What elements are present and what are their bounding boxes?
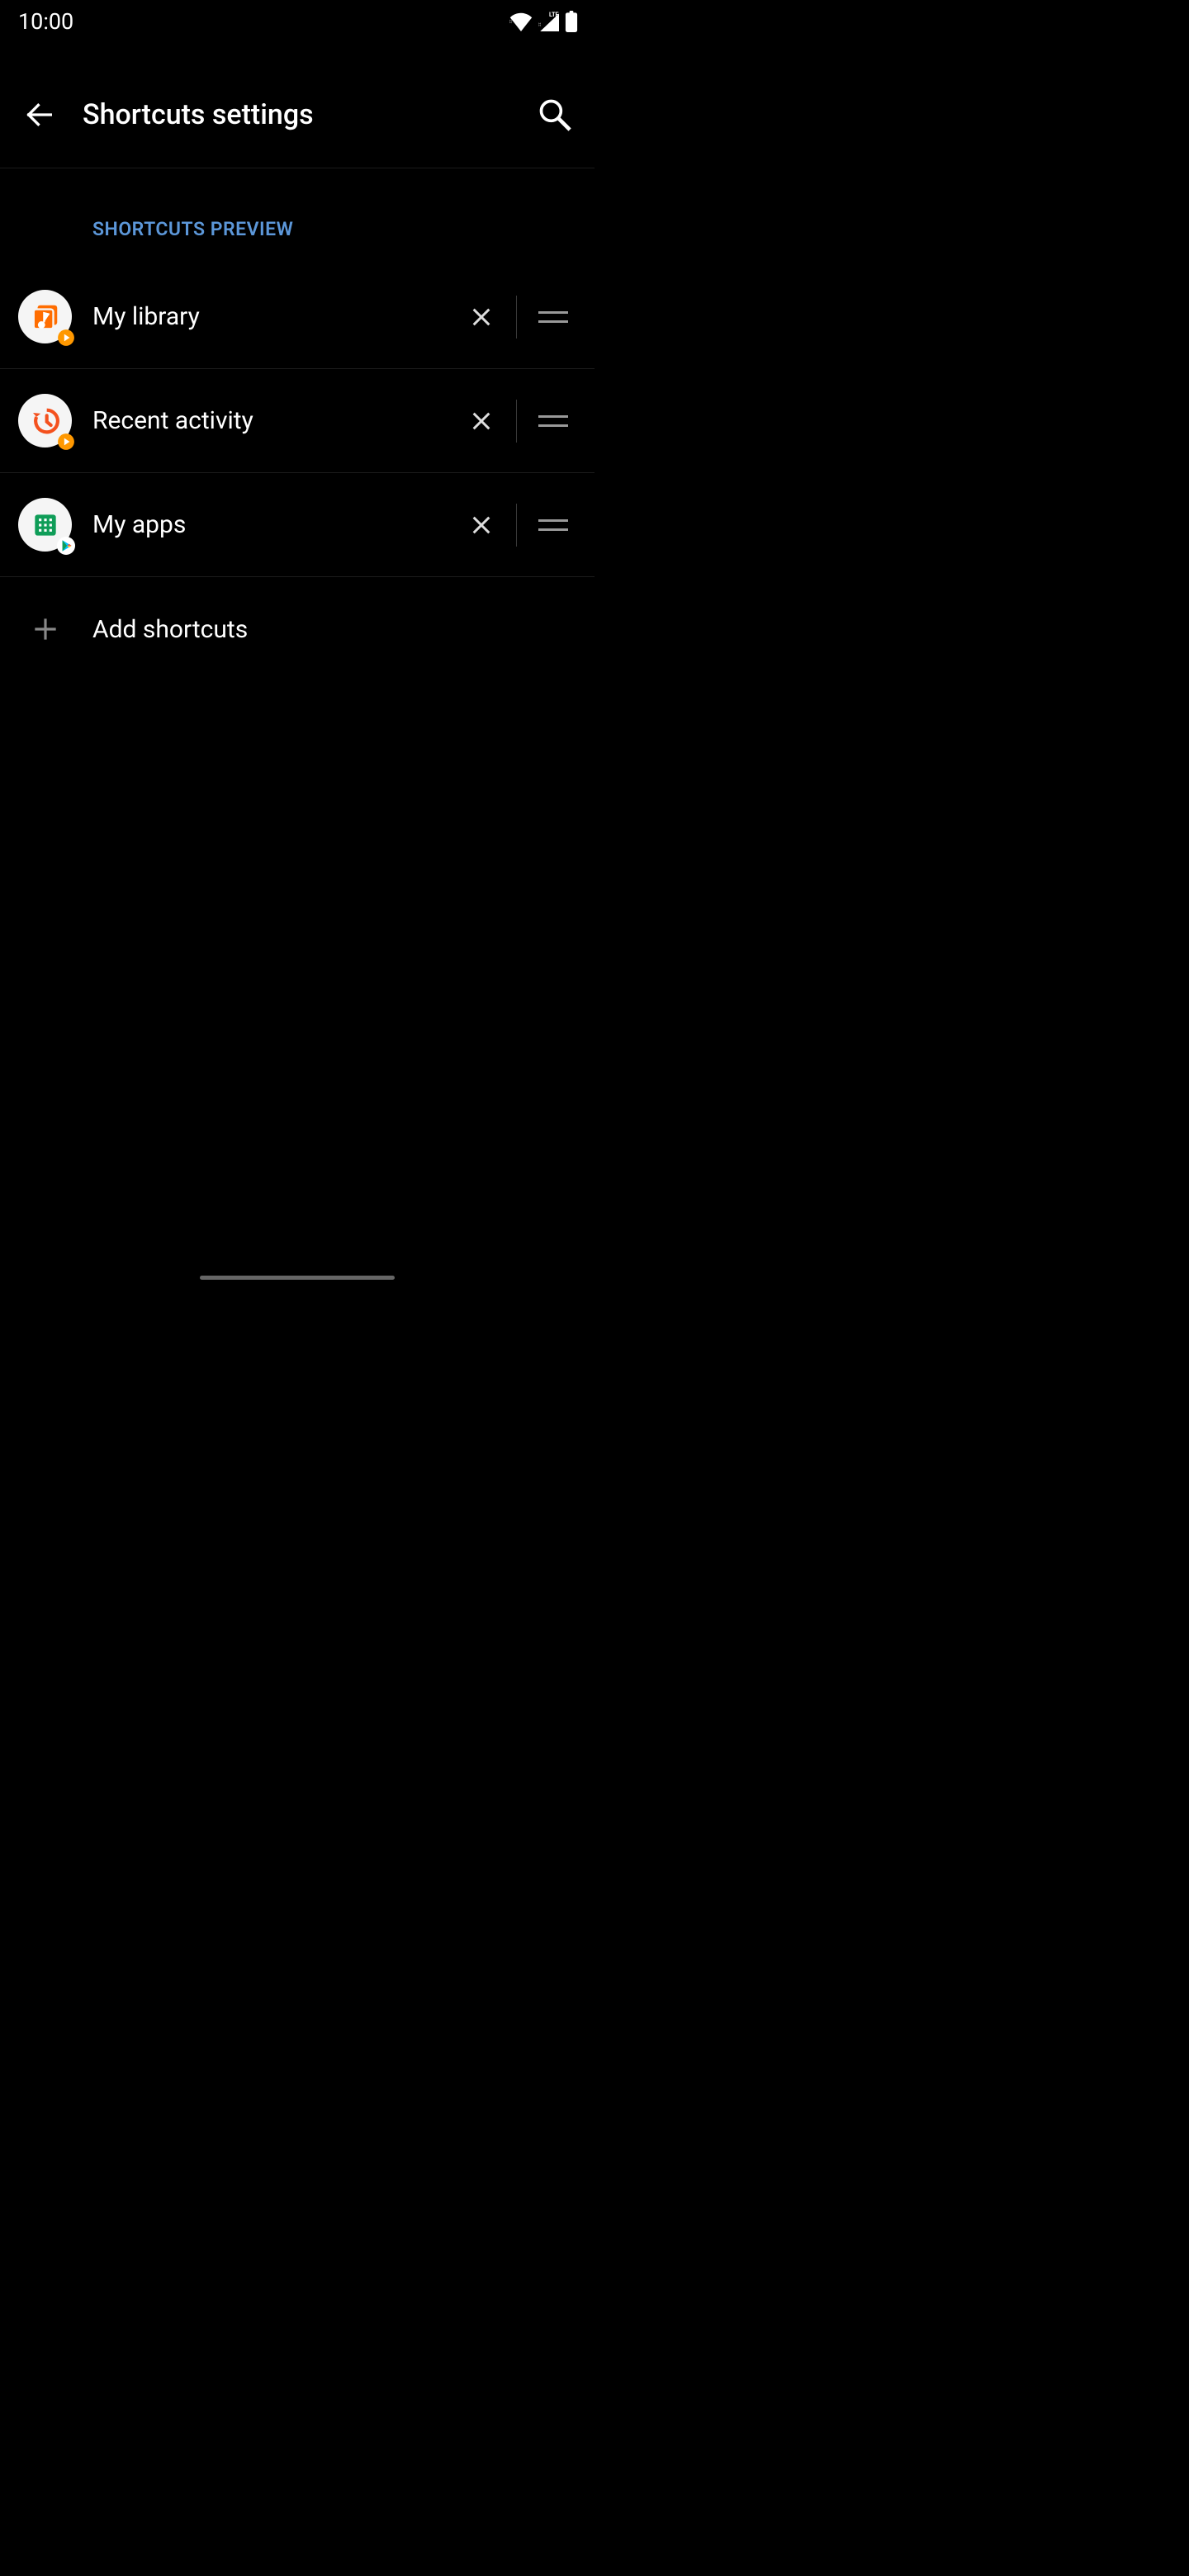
drag-line-icon [538,320,568,323]
shortcut-item: My library [0,265,594,369]
shortcut-label: Recent activity [92,406,458,435]
drag-handle[interactable] [530,294,576,340]
shortcut-item: My apps [0,473,594,577]
drag-line-icon [538,415,568,418]
shortcut-icon [18,498,72,552]
library-icon [30,301,61,333]
search-button[interactable] [530,90,580,140]
drag-handle[interactable] [530,398,576,444]
status-bar: 10:00 LTE [0,0,594,43]
shortcut-label: My library [92,302,458,331]
wifi-icon [509,12,533,31]
remove-button[interactable] [458,398,504,444]
play-music-badge-icon [57,329,75,347]
cellular-icon: LTE [537,12,561,31]
add-shortcuts-row[interactable]: Add shortcuts [0,577,594,681]
remove-button[interactable] [458,502,504,548]
section-header: SHORTCUTS PREVIEW [0,168,594,265]
back-button[interactable] [15,90,64,140]
arrow-left-icon [23,98,56,131]
drag-line-icon [538,424,568,427]
battery-icon [565,11,578,32]
shortcut-icon [18,290,72,343]
close-icon [468,304,495,330]
page-title: Shortcuts settings [83,98,530,131]
drag-line-icon [538,528,568,531]
status-time: 10:00 [18,8,73,35]
drag-handle[interactable] [530,502,576,548]
drag-line-icon [538,519,568,522]
play-music-badge-icon [57,433,75,451]
app-bar: Shortcuts settings [0,61,594,168]
play-store-badge-icon [57,537,75,555]
shortcut-item: Recent activity [0,369,594,473]
divider [516,296,517,339]
home-indicator[interactable] [200,1276,395,1280]
drag-line-icon [538,311,568,314]
close-icon [468,408,495,434]
remove-button[interactable] [458,294,504,340]
shortcut-label: My apps [92,510,458,539]
status-icons: LTE [509,11,578,32]
apps-grid-icon [30,509,61,541]
shortcut-icon [18,394,72,447]
search-icon [537,97,573,133]
plus-icon [18,603,72,656]
divider [516,400,517,443]
close-icon [468,512,495,538]
divider [516,504,517,547]
add-shortcuts-label: Add shortcuts [92,615,248,644]
